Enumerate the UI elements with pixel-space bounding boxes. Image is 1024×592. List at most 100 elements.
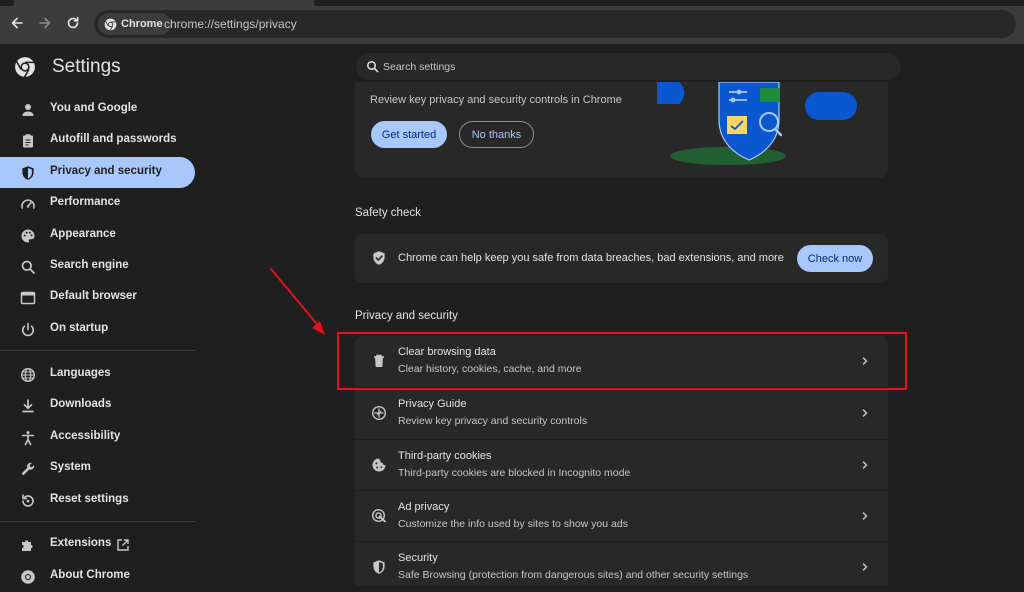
sidebar-item-on-startup[interactable]: On startup [0, 314, 195, 345]
sidebar-item-label: Downloads [50, 398, 112, 410]
sidebar-item-label: Default browser [50, 290, 137, 302]
safety-check-heading: Safety check [355, 207, 421, 219]
chevron-right-icon [862, 512, 868, 520]
row-subtitle: Review key privacy and security controls [398, 415, 588, 427]
download-icon [22, 399, 34, 413]
privacy-and-security-heading: Privacy and security [355, 310, 458, 322]
sidebar-item-default-browser[interactable]: Default browser [0, 282, 195, 313]
browser-toolbar: Chrome chrome://settings/privacy [0, 0, 1024, 44]
trash-icon [374, 354, 384, 367]
sidebar-item-appearance[interactable]: Appearance [0, 220, 195, 251]
settings-header: Settings [14, 54, 121, 80]
sidebar-item-extensions[interactable]: Extensions [0, 529, 195, 560]
sidebar-item-label: System [50, 461, 91, 473]
address-bar[interactable]: Chrome chrome://settings/privacy [94, 10, 1016, 38]
row-title: Privacy Guide [398, 398, 467, 410]
ad-privacy-icon [371, 508, 386, 523]
page-title: Settings [52, 56, 121, 77]
back-arrow-icon [11, 17, 23, 29]
url-text[interactable]: chrome://settings/privacy [164, 17, 297, 31]
wrench-icon [21, 462, 34, 475]
privacy-guide-illustration [657, 82, 857, 165]
chrome-logo-icon [104, 18, 117, 31]
check-now-button[interactable]: Check now [797, 245, 873, 272]
sidebar-item-autofill[interactable]: Autofill and passwords [0, 125, 195, 156]
security-row[interactable]: Security Safe Browsing (protection from … [355, 542, 888, 586]
browser-icon [20, 291, 36, 305]
sidebar-item-you-and-google[interactable]: You and Google [0, 94, 195, 125]
privacy-guide-promo-card: Review key privacy and security controls… [355, 82, 888, 178]
site-chip[interactable]: Chrome [98, 13, 171, 35]
row-subtitle: Clear history, cookies, cache, and more [398, 363, 582, 375]
tab-strip [0, 0, 1024, 6]
chevron-right-icon [862, 563, 868, 571]
row-subtitle: Customize the info used by sites to show… [398, 518, 628, 530]
sidebar-item-privacy-and-security[interactable]: Privacy and security [0, 157, 195, 188]
row-title: Third-party cookies [398, 450, 492, 462]
open-in-new-icon [117, 539, 129, 551]
shield-check-icon [373, 251, 385, 265]
row-subtitle: Third-party cookies are blocked in Incog… [398, 467, 631, 479]
sidebar-item-languages[interactable]: Languages [0, 359, 195, 390]
chrome-logo-icon [15, 57, 35, 78]
sidebar-item-downloads[interactable]: Downloads [0, 390, 195, 421]
shield-icon [22, 166, 34, 180]
row-subtitle: Safe Browsing (protection from dangerous… [398, 569, 749, 581]
sidebar-item-label: On startup [50, 322, 109, 334]
sidebar-item-label: Languages [50, 367, 111, 379]
safety-check-card: Chrome can help keep you safe from data … [355, 234, 888, 283]
sidebar-item-label: About Chrome [50, 569, 130, 581]
reload-icon [67, 16, 79, 29]
sidebar-item-about-chrome[interactable]: About Chrome [0, 561, 195, 592]
row-title: Security [398, 552, 438, 564]
search-input[interactable] [383, 53, 883, 80]
palette-icon [21, 229, 35, 243]
sidebar-divider [0, 521, 195, 522]
sidebar-item-system[interactable]: System [0, 453, 195, 484]
chevron-right-icon [862, 409, 868, 417]
sidebar-item-label: Privacy and security [50, 165, 162, 177]
promo-text: Review key privacy and security controls… [370, 94, 622, 106]
sidebar-item-label: Autofill and passwords [50, 133, 177, 145]
privacy-guide-row[interactable]: Privacy Guide Review key privacy and sec… [355, 388, 888, 439]
sidebar-item-accessibility[interactable]: Accessibility [0, 422, 195, 453]
sidebar-item-label: Search engine [50, 259, 129, 271]
chevron-right-icon [862, 357, 868, 365]
globe-icon [20, 367, 36, 383]
safety-check-text: Chrome can help keep you safe from data … [398, 252, 784, 264]
privacy-settings-list: Clear browsing data Clear history, cooki… [355, 336, 888, 586]
forward-button[interactable] [34, 12, 56, 34]
clear-browsing-data-row[interactable]: Clear browsing data Clear history, cooki… [355, 336, 888, 387]
no-thanks-button[interactable]: No thanks [459, 121, 534, 148]
compass-icon [371, 405, 387, 421]
chevron-right-icon [862, 461, 868, 469]
sidebar-item-label: Reset settings [50, 493, 129, 505]
forward-arrow-icon [39, 17, 51, 29]
back-button[interactable] [6, 12, 28, 34]
sidebar-item-label: You and Google [50, 102, 138, 114]
accessibility-icon [21, 431, 35, 446]
reload-button[interactable] [62, 12, 84, 34]
sidebar-item-label: Accessibility [50, 430, 121, 442]
person-icon [22, 104, 34, 116]
sidebar-item-performance[interactable]: Performance [0, 188, 195, 219]
shield-icon [373, 560, 385, 574]
chrome-icon [21, 570, 35, 584]
site-chip-label: Chrome [121, 18, 163, 30]
annotation-arrow [270, 268, 325, 335]
cookie-icon [372, 458, 386, 472]
sidebar-item-reset-settings[interactable]: Reset settings [0, 485, 195, 516]
row-title: Ad privacy [398, 501, 450, 513]
get-started-button[interactable]: Get started [371, 121, 447, 148]
puzzle-icon [22, 540, 33, 551]
active-tab[interactable] [14, 0, 314, 6]
search-settings-bar[interactable] [356, 53, 901, 80]
ad-privacy-row[interactable]: Ad privacy Customize the info used by si… [355, 491, 888, 542]
third-party-cookies-row[interactable]: Third-party cookies Third-party cookies … [355, 440, 888, 491]
speedometer-icon [21, 199, 35, 209]
sidebar-item-search-engine[interactable]: Search engine [0, 251, 195, 282]
clipboard-icon [23, 134, 33, 148]
power-icon [21, 322, 35, 337]
search-icon [21, 260, 35, 274]
sidebar-item-label: Extensions [50, 537, 112, 549]
